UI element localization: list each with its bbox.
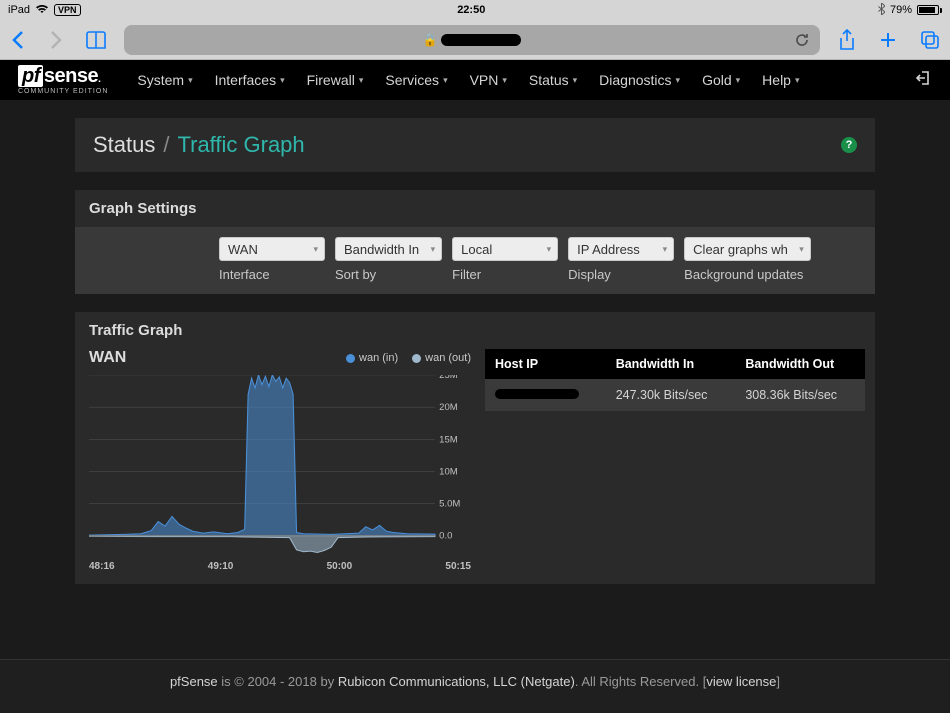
pfsense-menu: System▾Interfaces▾Firewall▾Services▾VPN▾…: [128, 66, 808, 94]
pfsense-navbar: pfsense. COMMUNITY EDITION System▾Interf…: [0, 60, 950, 100]
host-ip-redacted: [495, 389, 579, 399]
graph-settings-panel: Graph Settings WAN▾ Interface Bandwidth In…: [75, 190, 875, 294]
breadcrumb: Status / Traffic Graph ?: [75, 118, 875, 172]
tabs-button[interactable]: [920, 30, 940, 50]
x-tick: 50:00: [327, 561, 353, 572]
field-label: Sort by: [335, 267, 442, 282]
svg-text:20M: 20M: [439, 402, 458, 412]
nav-item-firewall[interactable]: Firewall▾: [298, 66, 373, 94]
select-interface[interactable]: WAN▾: [219, 237, 325, 261]
x-tick: 48:16: [89, 561, 115, 572]
device-label: iPad: [8, 4, 30, 16]
chart-legend: wan (in) wan (out): [346, 352, 471, 364]
clock: 22:50: [457, 4, 485, 16]
battery-icon: [917, 5, 942, 15]
x-tick: 49:10: [208, 561, 234, 572]
select-filter[interactable]: Local▾: [452, 237, 558, 261]
forward-button[interactable]: [48, 29, 68, 51]
svg-text:5.0M: 5.0M: [439, 499, 460, 509]
nav-item-interfaces[interactable]: Interfaces▾: [206, 66, 294, 94]
field-label: Filter: [452, 267, 558, 282]
chevron-down-icon: ▾: [313, 244, 318, 255]
graph-settings-title: Graph Settings: [75, 190, 875, 227]
select-background-updates[interactable]: Clear graphs wh▾: [684, 237, 811, 261]
chevron-down-icon: ▾: [799, 244, 804, 255]
select-display[interactable]: IP Address▾: [568, 237, 674, 261]
caret-down-icon: ▾: [359, 75, 364, 86]
pfsense-logo[interactable]: pfsense. COMMUNITY EDITION: [18, 65, 108, 95]
svg-text:25M: 25M: [439, 375, 458, 380]
nav-item-gold[interactable]: Gold▾: [693, 66, 749, 94]
nav-item-vpn[interactable]: VPN▾: [461, 66, 516, 94]
caret-down-icon: ▾: [676, 75, 681, 86]
chart-area: WAN wan (in) wan (out) 25M 20M 15M 10M 5.0M 0…: [85, 349, 475, 572]
footer: pfSense is © 2004 - 2018 by Rubicon Comm…: [0, 659, 950, 713]
bluetooth-icon: [878, 3, 885, 18]
caret-down-icon: ▾: [573, 75, 578, 86]
traffic-graph-panel: Traffic Graph WAN wan (in) wan (out) 25M…: [75, 312, 875, 584]
field-label: Background updates: [684, 267, 811, 282]
back-button[interactable]: [10, 29, 30, 51]
caret-down-icon: ▾: [443, 75, 448, 86]
table-header: Host IP: [485, 349, 606, 379]
table-header: Bandwidth In: [606, 349, 736, 379]
view-license-link[interactable]: view license: [706, 674, 776, 689]
svg-text:10M: 10M: [439, 467, 458, 477]
nav-item-diagnostics[interactable]: Diagnostics▾: [590, 66, 689, 94]
field-label: Interface: [219, 267, 325, 282]
caret-down-icon: ▾: [188, 75, 193, 86]
logout-button[interactable]: [916, 70, 932, 91]
legend-swatch-in: [346, 354, 355, 363]
nav-item-help[interactable]: Help▾: [753, 66, 808, 94]
svg-text:0.0: 0.0: [439, 531, 452, 541]
lock-icon: 🔒: [423, 33, 438, 47]
vpn-badge: VPN: [54, 4, 81, 16]
table-header: Bandwidth Out: [735, 349, 865, 379]
nav-item-status[interactable]: Status▾: [520, 66, 586, 94]
caret-down-icon: ▾: [736, 75, 741, 86]
safari-toolbar: 🔒: [0, 20, 950, 60]
traffic-graph-title: Traffic Graph: [75, 312, 875, 349]
breadcrumb-leaf[interactable]: Traffic Graph: [178, 132, 305, 158]
chevron-down-icon: ▾: [663, 244, 668, 255]
field-label: Display: [568, 267, 674, 282]
table-row[interactable]: 247.30k Bits/sec308.36k Bits/sec: [485, 379, 865, 411]
chart-plot: 25M 20M 15M 10M 5.0M 0.0: [89, 375, 471, 555]
chevron-down-icon: ▾: [547, 244, 552, 255]
do-not-disturb-icon: [862, 3, 873, 17]
host-table: Host IPBandwidth InBandwidth Out 247.30k…: [485, 349, 865, 572]
caret-down-icon: ▾: [795, 75, 800, 86]
reload-button[interactable]: [794, 32, 810, 48]
url-redacted: [441, 34, 521, 46]
bookmarks-button[interactable]: [86, 30, 106, 50]
select-sort-by[interactable]: Bandwidth In▾: [335, 237, 442, 261]
nav-item-system[interactable]: System▾: [128, 66, 201, 94]
legend-swatch-out: [412, 354, 421, 363]
chevron-down-icon: ▾: [431, 244, 436, 255]
chart-x-ticks: 48:16 49:10 50:00 50:15: [85, 555, 475, 572]
x-tick: 50:15: [445, 561, 471, 572]
svg-text:15M: 15M: [439, 435, 458, 445]
caret-down-icon: ▾: [502, 75, 507, 86]
ipad-status-bar: iPad VPN 22:50 79%: [0, 0, 950, 20]
url-bar[interactable]: 🔒: [124, 25, 820, 55]
battery-percent: 79%: [890, 4, 912, 16]
caret-down-icon: ▾: [280, 75, 285, 86]
breadcrumb-root[interactable]: Status: [93, 132, 155, 158]
wifi-icon: [35, 4, 49, 17]
nav-item-services[interactable]: Services▾: [376, 66, 456, 94]
help-icon[interactable]: ?: [841, 137, 857, 153]
chart-title: WAN: [89, 349, 126, 367]
share-button[interactable]: [838, 29, 856, 51]
new-tab-button[interactable]: [878, 30, 898, 50]
